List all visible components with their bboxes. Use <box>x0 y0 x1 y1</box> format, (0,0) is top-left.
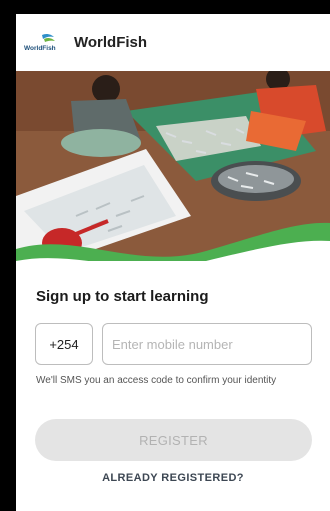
already-registered-link[interactable]: ALREADY REGISTERED? <box>16 472 330 484</box>
app-screen: WorldFish WorldFish Sign up to start lea… <box>16 14 330 511</box>
app-title: WorldFish <box>74 34 148 51</box>
green-wave <box>16 240 330 289</box>
logo-wordmark: WorldFish <box>24 45 56 52</box>
mobile-number-input[interactable] <box>102 323 312 365</box>
app-header: WorldFish WorldFish <box>16 14 330 71</box>
country-code-field[interactable]: +254 <box>35 323 93 365</box>
register-button[interactable]: REGISTER <box>35 419 312 461</box>
signup-heading: Sign up to start learning <box>36 288 209 305</box>
worldfish-logo-icon: WorldFish <box>24 33 58 53</box>
sms-hint-text: We'll SMS you an access code to confirm … <box>36 375 277 386</box>
